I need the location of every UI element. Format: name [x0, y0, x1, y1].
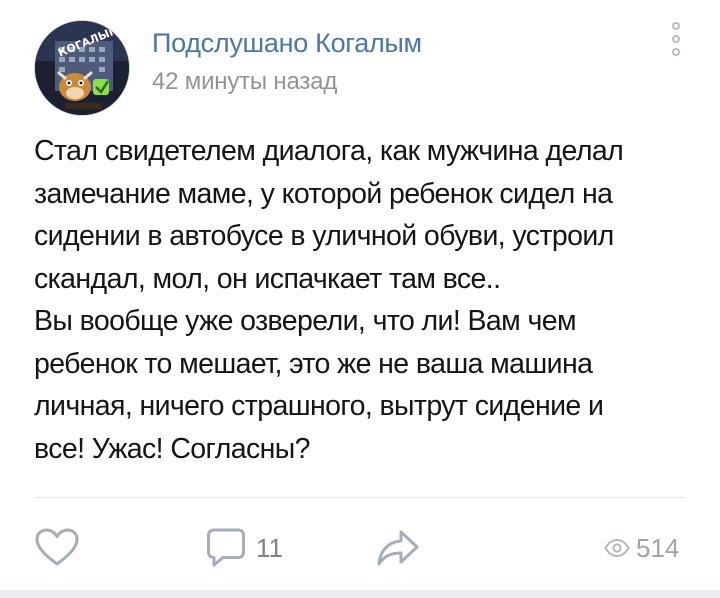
comment-icon: [207, 528, 245, 567]
like-button[interactable]: [34, 526, 80, 570]
community-avatar[interactable]: КОГАЛЫМ: [34, 20, 130, 116]
menu-dot: [672, 35, 680, 43]
post-text-line: Вы вообще уже озверели, что ли! Вам чем: [34, 305, 577, 337]
post-text-line: все! Ужас! Согласны?: [34, 432, 311, 465]
eye-icon: [604, 538, 630, 558]
views-indicator: 514: [604, 526, 679, 570]
menu-dot: [672, 48, 680, 56]
share-icon: [377, 530, 419, 566]
post-text-line: скандал, мол, он испачкает там все..: [34, 262, 501, 295]
author-name[interactable]: Подслушано Когалым: [152, 28, 422, 59]
post-text-line: сидении в автобусе в уличной обуви, устр…: [34, 220, 614, 252]
post-text-line: ребенок то мешает, это же не ваша машина: [34, 347, 593, 380]
comments-count: 11: [256, 532, 283, 563]
more-vertical-icon[interactable]: [664, 22, 688, 58]
divider: [34, 497, 686, 498]
avatar-image: КОГАЛЫМ: [35, 21, 129, 115]
post-text-line: замечание маме, у которой ребенок сидел …: [34, 177, 613, 210]
post-text-line: Стал свидетелем диалога, как мужчина дел…: [34, 135, 624, 167]
post-card: КОГАЛЫМ Подслушано Когалым 42 минуты наз…: [0, 0, 720, 598]
post-text: Стал свидетелем диалога, как мужчина дел…: [34, 130, 694, 470]
views-count: 514: [636, 532, 680, 563]
share-button[interactable]: [376, 526, 420, 570]
heart-icon: [35, 528, 79, 566]
post-actions: 11 514: [0, 520, 720, 576]
bottom-separator: [0, 590, 720, 598]
post-time[interactable]: 42 минуты назад: [152, 68, 337, 96]
post-text-line: личная, ничего страшного, вытрут сидение…: [34, 390, 604, 422]
menu-dot: [672, 22, 680, 30]
comment-button[interactable]: 11: [206, 526, 283, 570]
